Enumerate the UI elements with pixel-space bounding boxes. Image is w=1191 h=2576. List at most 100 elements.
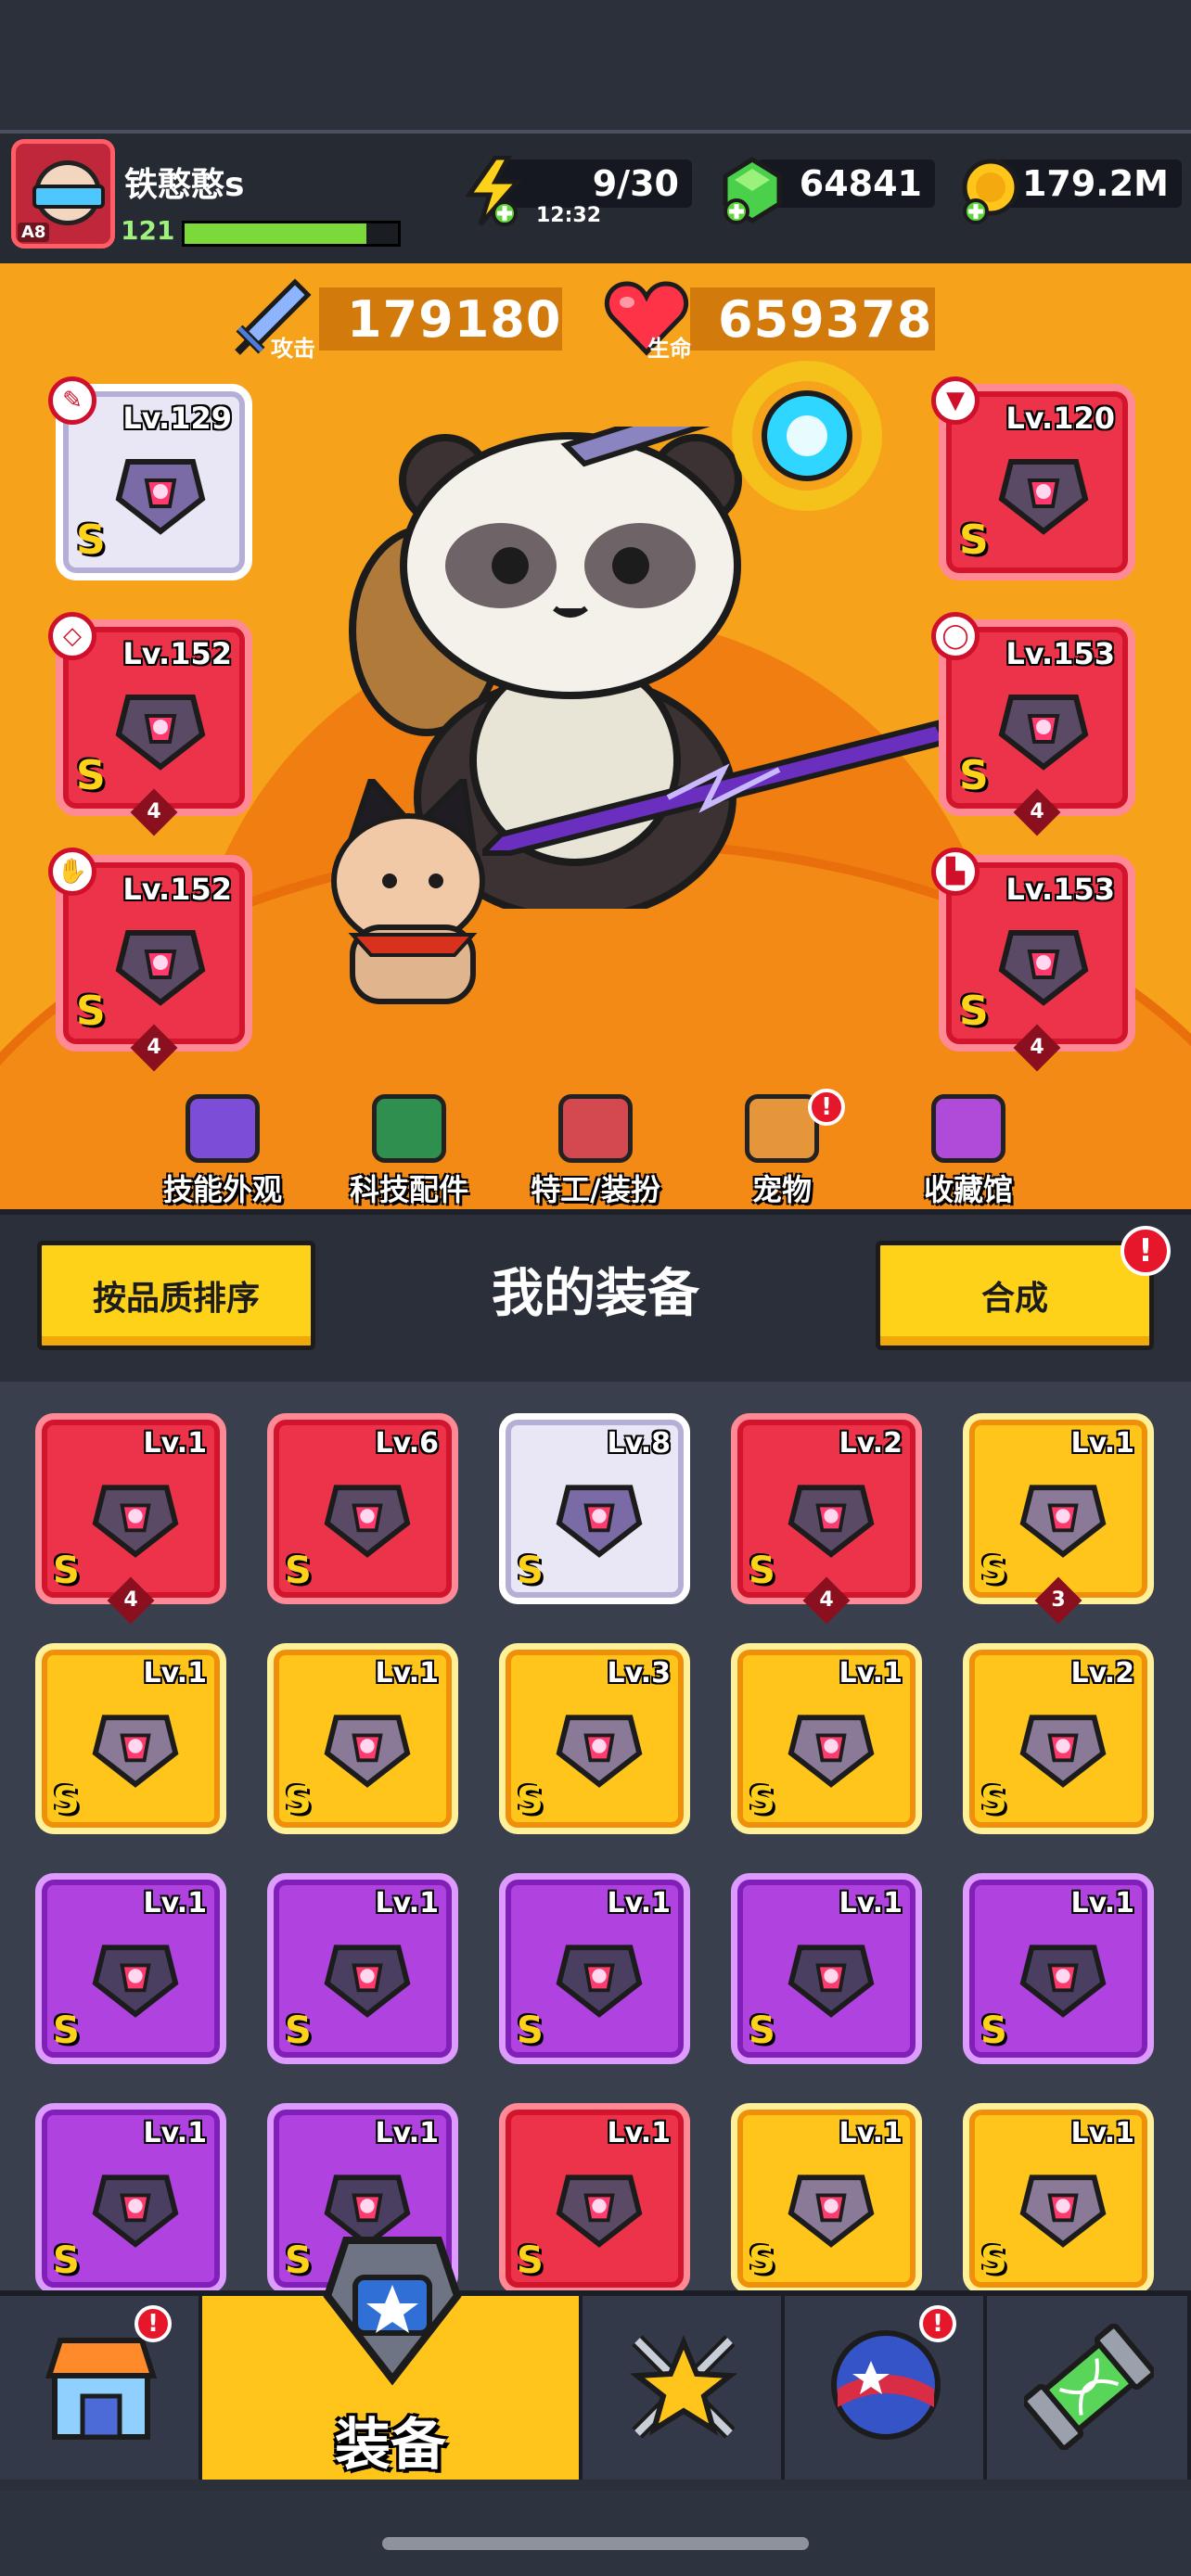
- inventory-item[interactable]: Lv.2 S: [731, 1413, 922, 1604]
- star-count-badge: 4: [130, 788, 178, 836]
- item-grade: S: [53, 1549, 80, 1592]
- inventory-item[interactable]: Lv.1 S: [35, 1413, 226, 1604]
- gear-icon: [556, 1485, 643, 1558]
- item-grade: S: [53, 2239, 80, 2282]
- gold-coin-icon: [962, 159, 1019, 224]
- status-area: [0, 0, 1191, 130]
- item-grade: S: [959, 516, 989, 564]
- gear-icon: [92, 2174, 179, 2248]
- item-level: Lv.1: [839, 2117, 903, 2149]
- gear-icon: [92, 1945, 179, 2018]
- bottom-tab-1[interactable]: !: [0, 2296, 202, 2480]
- item-level: Lv.1: [839, 1657, 903, 1690]
- player-level: 121: [121, 215, 175, 246]
- inventory-item[interactable]: Lv.1 S: [267, 1873, 458, 2064]
- category-tab-1[interactable]: 技能外观: [139, 1094, 306, 1209]
- category-tab-5[interactable]: 收藏馆: [885, 1094, 1052, 1209]
- item-level: Lv.1: [375, 2117, 440, 2149]
- bottom-tab-3[interactable]: [583, 2296, 785, 2480]
- inventory-item[interactable]: Lv.1 S: [731, 1873, 922, 2064]
- category-tab-2[interactable]: 科技配件: [326, 1094, 493, 1209]
- item-level: Lv.1: [143, 1887, 208, 1919]
- item-level: Lv.152: [122, 872, 232, 907]
- item-grade: S: [517, 2239, 544, 2282]
- alert-badge: !: [808, 1089, 845, 1126]
- inventory-item[interactable]: Lv.1 S: [267, 1643, 458, 1834]
- bottom-tab-5[interactable]: [987, 2296, 1191, 2480]
- category-tab-label: 科技配件: [349, 1172, 468, 1207]
- category-tab-3[interactable]: 特工/装扮: [512, 1094, 679, 1209]
- xp-bar-fill: [185, 223, 366, 244]
- inventory-item[interactable]: Lv.6 S: [267, 1413, 458, 1604]
- item-level: Lv.1: [143, 2117, 208, 2149]
- laser-staff-weapon: [482, 720, 946, 856]
- star-count-badge: 4: [1013, 1024, 1061, 1072]
- item-level: Lv.3: [607, 1657, 672, 1690]
- inventory-item[interactable]: Lv.1 S: [963, 1413, 1154, 1604]
- slot-type-icon: ✋: [48, 848, 96, 896]
- slot-type-icon: ◇: [48, 612, 96, 660]
- inventory-item[interactable]: Lv.1 S: [731, 2103, 922, 2294]
- planet-icon: [831, 2330, 941, 2440]
- bottom-tab-2[interactable]: 装备: [202, 2237, 583, 2480]
- item-level: Lv.120: [1005, 401, 1115, 436]
- category-tab-label: 技能外观: [162, 1172, 282, 1207]
- player-rank-badge: A8: [18, 223, 50, 242]
- inventory-item[interactable]: Lv.3 S: [499, 1643, 690, 1834]
- item-grade: S: [959, 752, 989, 799]
- item-grade: S: [285, 2009, 312, 2052]
- category-tab-label: 特工/装扮: [531, 1172, 660, 1207]
- item-level: Lv.1: [607, 2117, 672, 2149]
- inventory-item[interactable]: Lv.1 S: [35, 1873, 226, 2064]
- star-count-badge: 4: [107, 1576, 155, 1625]
- bottom-tab-4[interactable]: !: [785, 2296, 987, 2480]
- gear-icon: [1019, 2174, 1107, 2248]
- gear-icon: [324, 1485, 411, 1558]
- item-level: Lv.6: [375, 1427, 440, 1460]
- category-tab-label: 收藏馆: [923, 1172, 1013, 1207]
- energy-counter[interactable]: 9/30 12:32: [464, 156, 692, 227]
- inventory-item[interactable]: Lv.1 S: [963, 1873, 1154, 2064]
- inventory-grid: Lv.1 S 4 Lv.6 S Lv.8 S Lv.2 S 4 Lv.1 S 3 Lv.1 S L…: [0, 1382, 1191, 2294]
- inventory-item[interactable]: Lv.1 S: [499, 1873, 690, 2064]
- inventory-item[interactable]: Lv.1 S: [963, 2103, 1154, 2294]
- gear-icon: [1019, 1715, 1107, 1788]
- inventory-item[interactable]: Lv.1 S: [731, 1643, 922, 1834]
- merge-button[interactable]: 合成: [876, 1241, 1154, 1350]
- green-gem-icon: [723, 157, 782, 224]
- home-indicator: [382, 2537, 809, 2550]
- item-grade: S: [285, 1779, 312, 1822]
- coin-counter[interactable]: 179.2M: [959, 156, 1182, 226]
- player-avatar[interactable]: A8: [11, 139, 115, 249]
- gear-icon: [998, 459, 1089, 535]
- star-count-badge: 4: [802, 1576, 851, 1625]
- coin-value: 179.2M: [1021, 163, 1169, 204]
- inventory-item[interactable]: Lv.8 S: [499, 1413, 690, 1604]
- equipment-icon: [323, 2237, 462, 2386]
- energy-timer: 12:32: [536, 204, 602, 227]
- gem-counter[interactable]: 64841: [720, 156, 935, 226]
- item-grade: S: [76, 988, 106, 1035]
- category-tab-4[interactable]: 宠物!: [698, 1089, 865, 1209]
- gear-icon: [556, 2174, 643, 2248]
- slot-type-icon: ✎: [48, 376, 96, 425]
- inventory-item[interactable]: Lv.2 S: [963, 1643, 1154, 1834]
- inventory-item[interactable]: Lv.1 S: [499, 2103, 690, 2294]
- star-count-badge: 3: [1034, 1576, 1082, 1625]
- item-level: Lv.152: [122, 636, 232, 671]
- inventory-item[interactable]: Lv.1 S: [35, 1643, 226, 1834]
- shop-icon: [45, 2338, 158, 2440]
- alert-badge: !: [134, 2305, 172, 2342]
- panel-title: 我的装备: [492, 1264, 699, 1324]
- item-grade: S: [517, 2009, 544, 2052]
- item-level: Lv.1: [143, 1427, 208, 1460]
- inventory-item[interactable]: Lv.1 S: [35, 2103, 226, 2294]
- gear-icon: [115, 459, 206, 535]
- item-level: Lv.129: [122, 401, 232, 436]
- alert-badge: !: [919, 2305, 956, 2342]
- item-level: Lv.2: [1070, 1657, 1135, 1690]
- sort-by-quality-button[interactable]: 按品质排序: [37, 1241, 315, 1350]
- item-grade: S: [53, 1779, 80, 1822]
- gear-icon: [556, 1715, 643, 1788]
- item-grade: S: [285, 2239, 312, 2282]
